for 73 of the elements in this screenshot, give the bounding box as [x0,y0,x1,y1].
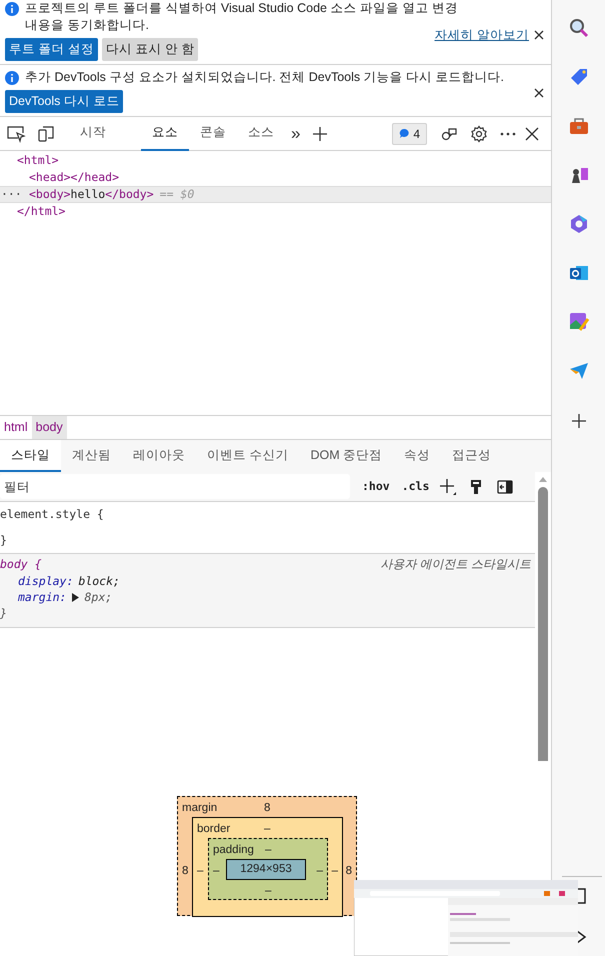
sidebar-toggle-icon[interactable] [497,480,514,494]
box-label: padding [213,843,254,858]
css-value: 8px; [84,588,112,606]
info-icon [5,2,19,16]
panel-tab[interactable]: 콘솔 [189,116,237,150]
box-label: border [197,822,230,837]
css-selector: body { [0,556,42,573]
dom-node[interactable]: <html> [17,152,59,169]
chat-icon [399,128,410,139]
box-label: margin [182,801,218,816]
device-icon[interactable] [37,124,55,142]
breadcrumb[interactable]: body [32,416,67,439]
hov-button[interactable]: :hov [362,478,390,496]
closing-brace: } [0,532,8,549]
panel-tab[interactable]: 시작 [69,116,117,150]
info-message: 추가 DevTools 구성 요소가 설치되었습니다. 전체 DevTools 기능을 다시 로드합니다. [25,69,504,86]
breadcrumb[interactable]: html [0,416,32,439]
selected-node-row[interactable]: ··· <body>hello</body> == $0 [0,186,551,203]
node-menu-dots[interactable]: ··· [1,186,22,203]
styles-tab[interactable]: 계산됨 [61,440,122,472]
action-button[interactable]: DevTools 다시 로드 [5,90,124,113]
info-icon [5,71,19,85]
css-property: display: [18,572,74,590]
box-value: – [265,884,272,899]
box-value: 8 [346,864,352,879]
issues-button[interactable]: 4 [392,122,427,144]
dom-node[interactable]: <head></head> [29,169,120,186]
box-value: – [197,864,204,879]
add-icon[interactable] [312,126,328,142]
box-value: 8 [182,864,188,879]
info-message: 프로젝트의 루트 폴더를 식별하여 Visual Studio Code 소스 파일을 열고 변경 [25,0,458,17]
styles-tab[interactable]: 접근성 [441,440,502,472]
panel-tab[interactable]: 요소 [141,116,189,150]
styles-tab[interactable]: 이벤트 수신기 [196,440,300,472]
styles-tab[interactable]: DOM 중단점 [299,440,394,472]
styles-tab[interactable]: 레이아웃 [122,440,196,472]
paint-icon[interactable] [469,478,484,494]
box-value: – [332,864,338,879]
close-icon[interactable] [533,87,545,99]
box-value: – [316,864,323,879]
box-value: – [264,822,270,837]
image-edit-icon[interactable] [568,311,590,333]
css-property: margin: [18,588,66,606]
rule-source: 사용자 에이전트 스타일시트 [380,556,532,574]
add-icon[interactable] [572,414,586,428]
box-value: 8 [264,801,270,816]
more-icon[interactable] [500,132,516,136]
search-icon[interactable] [568,17,590,39]
learn-more-link[interactable]: 자세히 알아보기 [434,26,529,45]
cls-button[interactable]: .cls [402,478,430,496]
close-icon[interactable] [525,126,539,140]
filter-field[interactable]: 필터 [0,474,350,499]
people-icon[interactable] [440,126,458,142]
box-value: – [213,864,220,879]
add-rule-icon[interactable] [439,478,458,496]
css-selector: element.style { [0,506,104,524]
panel-tab[interactable]: 소스 [237,116,285,150]
more-tabs-button[interactable]: » [291,125,300,142]
dom-node[interactable]: <body>hello</body> [29,186,154,203]
dom-node[interactable]: </html> [17,203,66,220]
action-button[interactable]: 루트 폴더 설정 [5,38,98,61]
styles-tab[interactable]: 속성 [393,440,442,472]
styles-tab[interactable]: 스타일 [0,440,61,472]
closing-brace: } [0,605,8,622]
selected-marker: == $0 [160,186,194,203]
expand-icon[interactable] [71,592,80,602]
action-button[interactable]: 다시 표시 안 함 [102,38,198,61]
box-value: – [265,843,272,858]
content-box: 1294×953 [226,859,306,880]
info-message: 내용을 동기화합니다. [25,17,150,34]
css-value: block; [78,572,120,590]
scrollbar-thumb[interactable] [538,487,548,761]
close-icon[interactable] [533,29,545,42]
